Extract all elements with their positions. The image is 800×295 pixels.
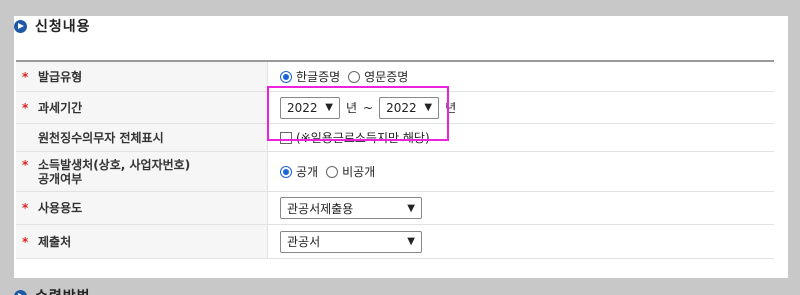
- row-purpose: * 사용용도 관공서제출용 ▼: [16, 192, 774, 225]
- radio-korean-cert[interactable]: 한글증명: [280, 68, 340, 85]
- radio-english-cert[interactable]: 영문증명: [348, 68, 408, 85]
- arrow-circle-icon: [14, 19, 27, 33]
- label-disclosure-2: 공개여부: [38, 171, 83, 186]
- submit-to-select[interactable]: 관공서 ▼: [280, 230, 422, 253]
- row-submit-to: * 제출처 관공서 ▼: [16, 225, 774, 259]
- label-purpose: 사용용도: [38, 201, 83, 215]
- highlight-box: [267, 86, 449, 141]
- radio-private[interactable]: 비공개: [326, 163, 375, 180]
- section-header: 신청내용: [14, 16, 91, 36]
- label-disclosure: 소득발생처(상호, 사업자번호): [38, 157, 191, 172]
- label-issue-type: 발급유형: [38, 69, 83, 84]
- radio-public[interactable]: 공개: [280, 163, 318, 180]
- arrow-circle-icon: [14, 289, 27, 295]
- required-mark: *: [22, 234, 29, 249]
- chevron-down-icon: ▼: [407, 202, 415, 214]
- required-mark: *: [22, 157, 29, 172]
- label-withholding: 원천징수의무자 전체표시: [38, 130, 164, 145]
- label-submit-to: 제출처: [38, 234, 72, 249]
- next-section-title: 수령방법: [35, 286, 91, 295]
- bottom-strip: [14, 278, 788, 295]
- label-tax-period: 과세기간: [38, 100, 83, 115]
- radio-checked-icon[interactable]: [280, 165, 292, 178]
- radio-unchecked-icon[interactable]: [326, 165, 339, 178]
- section-title: 신청내용: [35, 19, 91, 35]
- required-mark: *: [22, 100, 29, 115]
- row-disclosure: * 소득발생처(상호, 사업자번호) 공개여부 공개 비공개: [16, 152, 774, 192]
- radio-unchecked-icon[interactable]: [348, 70, 361, 83]
- required-mark: *: [22, 201, 29, 215]
- next-section-header: 수령방법: [14, 286, 91, 295]
- chevron-down-icon: ▼: [407, 236, 415, 247]
- required-mark: *: [22, 69, 29, 84]
- purpose-select[interactable]: 관공서제출용 ▼: [280, 197, 422, 219]
- radio-checked-icon[interactable]: [280, 70, 292, 83]
